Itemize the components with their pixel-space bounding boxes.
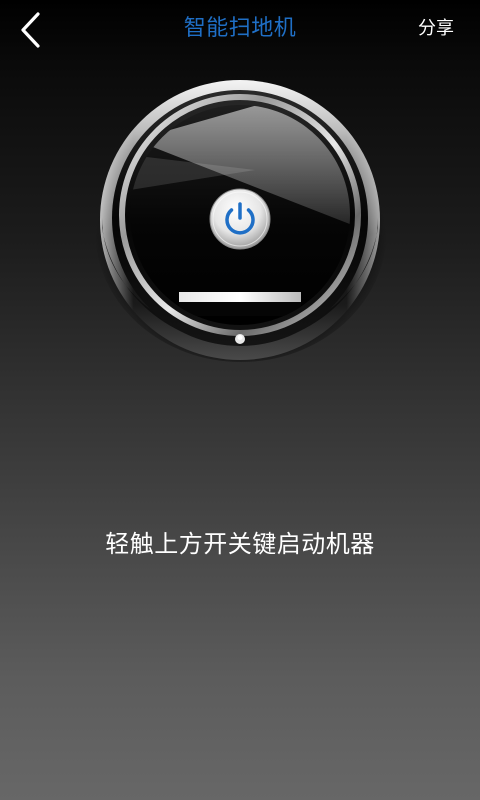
share-button[interactable]: 分享 <box>418 17 454 41</box>
page-title: 智能扫地机 <box>183 16 297 41</box>
power-button[interactable] <box>209 188 271 250</box>
power-icon <box>209 188 271 250</box>
instruction-text: 轻触上方开关键启动机器 <box>105 530 375 558</box>
header-bar: 智能扫地机 分享 <box>0 0 480 58</box>
